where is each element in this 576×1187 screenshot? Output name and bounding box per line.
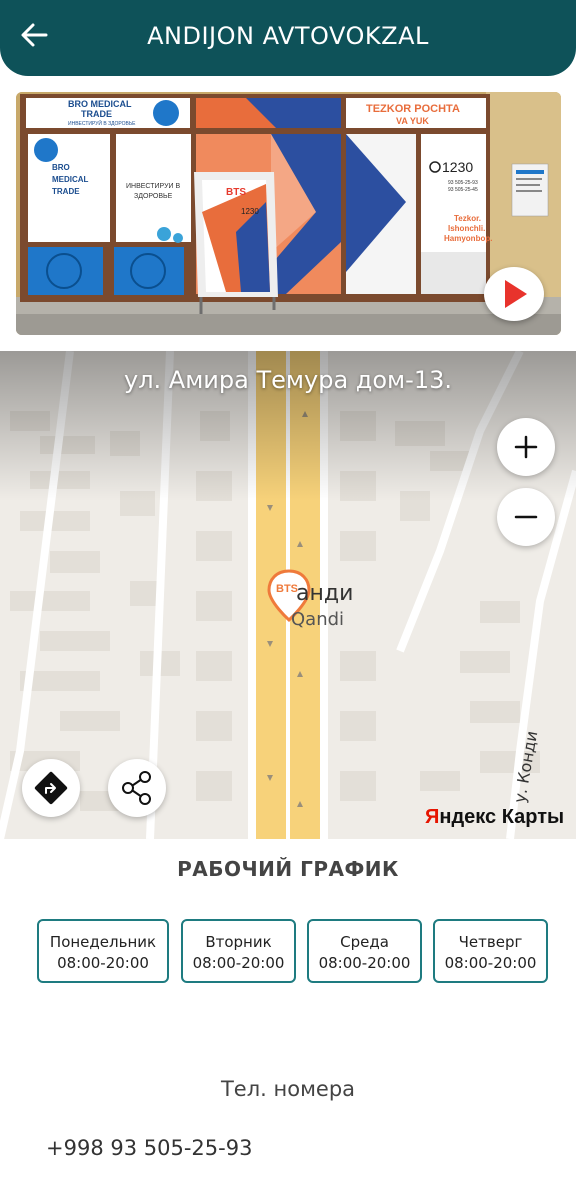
schedule-days-list[interactable]: Понедельник 08:00-20:00 Вторник 08:00-20… [37,919,576,985]
day-name: Четверг [458,933,523,951]
plus-icon [514,435,538,459]
map-address: ул. Амира Темура дом-13. [123,366,452,394]
day-hours: 08:00-20:00 [192,954,285,972]
poi-name-latin: Qandi [291,609,345,630]
photo-sign-text: BTS [226,187,246,198]
phones-title: Тел. номера [220,1077,356,1101]
photo-sign-text: 1230 [241,207,259,216]
yandex-logo-letter: Я [425,806,440,828]
day-name: Среда [340,933,389,951]
page-title: ANDIJON AVTOVOKZAL [147,22,429,50]
photo-sign-text: TRADE [81,109,112,119]
yandex-logo-text: ндекс Карты [439,806,565,828]
play-icon [505,280,527,308]
minus-icon [514,515,538,519]
share-button[interactable] [108,759,166,817]
directions-icon [34,771,68,805]
photo-sign-text: BRO MEDICAL [68,99,132,109]
day-hours: 08:00-20:00 [57,954,149,972]
photo-sign-text: Tezkor. [454,214,481,223]
day-hours: 08:00-20:00 [444,954,537,972]
photo-sign-text: 93 505-25-93 [448,180,478,186]
photo-sign-text: BRO [52,163,70,172]
photo-sign-text: ИНВЕСТИРУЙ В ЗДОРОВЬЕ [68,119,136,127]
schedule-title: РАБОЧИЙ ГРАФИК [177,857,399,881]
day-hours: 08:00-20:00 [318,954,411,972]
photo-sign-text: TRADE [52,187,80,196]
day-name: Понедельник [49,933,157,951]
photo-sign-text: MEDICAL [52,175,89,184]
photo-sign-text: Ishonchli. [448,224,485,233]
share-icon [122,771,151,805]
photo-sign-text: ИНВЕСТИРУИ В [126,183,180,190]
map-view[interactable]: BTS ул. Амира Темура дом-13. анди Qandi … [0,351,576,839]
day-card-thursday[interactable]: Четверг 08:00-20:00 [433,919,548,983]
location-photo[interactable]: BRO MEDICAL TRADE ИНВЕСТИРУЙ В ЗДОРОВЬЕ … [16,92,561,335]
day-name: Вторник [205,933,272,951]
phone-number-link[interactable]: +998 93 505-25-93 [46,1136,252,1160]
day-card-tuesday[interactable]: Вторник 08:00-20:00 [181,919,296,983]
photo-sign-text: VA YUK [396,116,429,126]
photo-sign-text: TEZKOR POCHTA [366,103,460,115]
storefront-image: BRO MEDICAL TRADE ИНВЕСТИРУЙ В ЗДОРОВЬЕ … [16,92,561,335]
day-card-wednesday[interactable]: Среда 08:00-20:00 [307,919,422,983]
photo-sign-text: 1230 [442,159,473,175]
poi-name: анди [296,581,354,606]
app-header: ANDIJON AVTOVOKZAL [0,0,576,76]
play-video-button[interactable] [484,267,544,321]
day-card-monday[interactable]: Понедельник 08:00-20:00 [37,919,169,983]
yandex-maps-logo[interactable]: Яндекс Карты [425,806,564,829]
map-tiles: BTS [0,351,576,839]
poi-marker-label: BTS [276,583,298,595]
photo-sign-text: ЗДОРОВЬЕ [134,193,173,200]
directions-button[interactable] [22,759,80,817]
photo-sign-text: 93 505-25-45 [448,187,478,193]
zoom-out-button[interactable] [497,488,555,546]
zoom-in-button[interactable] [497,418,555,476]
photo-sign-text: Hamyonbop. [444,234,492,243]
